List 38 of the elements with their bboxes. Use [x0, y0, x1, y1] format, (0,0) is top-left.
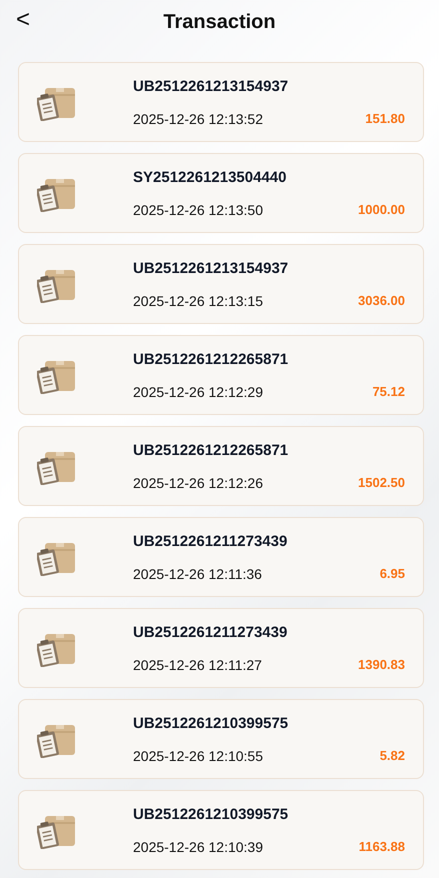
back-button[interactable]: <: [12, 6, 34, 34]
transaction-time: 2025-12-26 12:10:55: [133, 746, 263, 766]
transaction-time: 2025-12-26 12:13:50: [133, 200, 263, 220]
transaction-id: UB2512261212265871: [133, 350, 290, 370]
transaction-amount: 6.95: [380, 564, 405, 583]
transaction-amount: 75.12: [372, 382, 405, 401]
transaction-time: 2025-12-26 12:13:52: [133, 110, 263, 129]
transaction-time: 2025-12-26 12:12:29: [133, 382, 263, 402]
transaction-card[interactable]: SY2512261213504440 2025-12-26 12:13:50 1000.00: [18, 153, 424, 233]
transaction-id: UB2512261212265871: [133, 441, 290, 462]
transaction-card[interactable]: UB2512261211273439 2025-12-26 12:11:36 6.95: [18, 517, 424, 597]
transaction-id: UB2512261211273439: [133, 623, 288, 644]
transaction-amount: 5.82: [380, 746, 405, 765]
transaction-time: 2025-12-26 12:11:36: [133, 564, 262, 584]
transaction-amount: 1163.88: [358, 838, 405, 856]
transaction-card[interactable]: UB2512261211273439 2025-12-26 12:11:27 1390.83: [18, 608, 424, 688]
transaction-time: 2025-12-26 12:13:15: [133, 292, 263, 311]
transaction-amount: 3036.00: [358, 292, 405, 310]
transaction-time: 2025-12-26 12:12:26: [133, 474, 263, 493]
page-title: Transaction: [163, 10, 276, 34]
transaction-time: 2025-12-26 12:11:27: [133, 656, 262, 675]
transaction-card[interactable]: UB2512261213154937 2025-12-26 12:13:52 151.80: [18, 62, 424, 142]
transaction-card[interactable]: UB2512261210399575 2025-12-26 12:10:55 5.82: [18, 699, 424, 779]
transaction-time: 2025-12-26 12:10:39: [133, 838, 263, 857]
transaction-amount: 1000.00: [358, 200, 405, 219]
transaction-amount: 1502.50: [358, 474, 405, 492]
transaction-id: UB2512261210399575: [133, 714, 290, 734]
transaction-id: UB2512261211273439: [133, 532, 288, 552]
transaction-card[interactable]: UB2512261210399575 2025-12-26 12:10:39 1163.88: [18, 790, 424, 870]
transaction-card[interactable]: UB2512261212265871 2025-12-26 12:12:26 1502.50: [18, 426, 424, 506]
transaction-card[interactable]: UB2512261213154937 2025-12-26 12:13:15 3036.00: [18, 244, 424, 324]
transaction-amount: 151.80: [365, 110, 405, 128]
transaction-card[interactable]: UB2512261212265871 2025-12-26 12:12:29 75.12: [18, 335, 424, 415]
transaction-id: UB2512261210399575: [133, 805, 290, 826]
transaction-id: SY2512261213504440: [133, 168, 288, 188]
transaction-id: UB2512261213154937: [133, 77, 290, 98]
transaction-id: UB2512261213154937: [133, 259, 290, 280]
transaction-amount: 1390.83: [358, 656, 405, 674]
